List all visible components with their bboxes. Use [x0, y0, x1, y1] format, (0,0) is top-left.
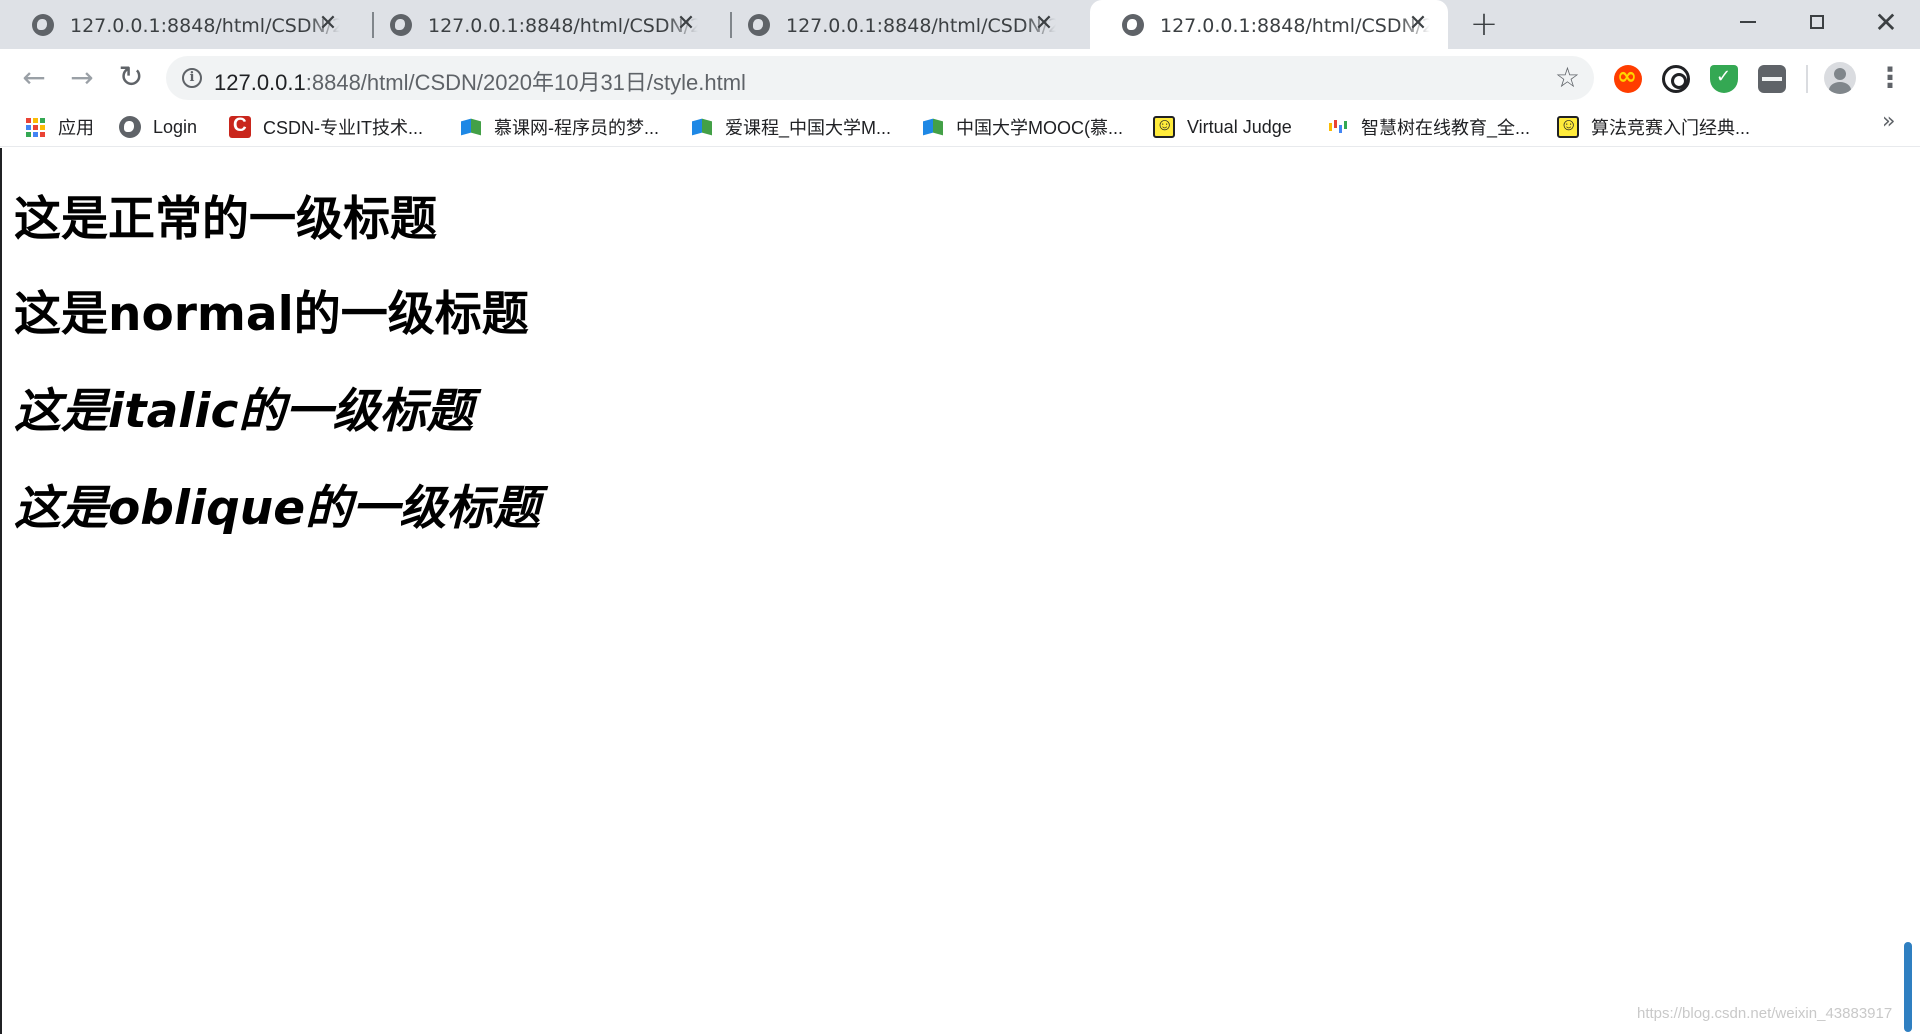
heading-italic: 这是italic的一级标题 [14, 384, 474, 439]
bookmark-label: 爱课程_中国大学M... [725, 118, 892, 138]
tab-title: 127.0.0.1:8848/html/CSDN/2020年10月31日/sty… [1160, 15, 1430, 37]
tab-title: 127.0.0.1:8848/html/CSDN/2020年10月31日/sty… [786, 15, 1056, 37]
url-text[interactable]: 127.0.0.1:8848/html/CSDN/2020年10月31日/sty… [214, 65, 746, 97]
bookmark-algorithm-book[interactable]: 算法竞赛入门经典... [1557, 107, 1750, 147]
url-host: 127.0.0.1 [214, 70, 306, 95]
bookmark-zhihuishu[interactable]: 智慧树在线教育_全... [1327, 107, 1530, 147]
bookmark-csdn[interactable]: CSDN-专业IT技术... [229, 107, 423, 147]
csdn-icon [229, 115, 251, 138]
forward-button[interactable]: → [63, 59, 101, 97]
bookmark-virtual-judge[interactable]: Virtual Judge [1153, 107, 1292, 147]
mooc-icon [922, 116, 944, 138]
browser-window: 127.0.0.1:8848/html/CSDN/2020年10月31日/sty… [0, 0, 1920, 1034]
tab-title: 127.0.0.1:8848/html/CSDN/2020年10月31日/sty… [428, 15, 698, 37]
bookmark-label: Login [153, 116, 198, 137]
restore-button[interactable] [1783, 0, 1851, 44]
tab-close-icon[interactable]: ✕ [1032, 12, 1056, 36]
bookmark-label: 算法竞赛入门经典... [1591, 118, 1751, 138]
reload-button[interactable]: ↻ [112, 59, 150, 97]
bookmark-icourse163[interactable]: 中国大学MOOC(慕... [922, 107, 1123, 147]
new-tab-button[interactable]: + [1466, 6, 1502, 42]
browser-menu-icon[interactable]: ⋮ [1876, 61, 1904, 95]
globe-icon [119, 116, 141, 138]
tab-2[interactable]: 127.0.0.1:8848/html/CSDN/2020年10月31日/sty… [358, 0, 716, 49]
heading-oblique: 这是oblique的一级标题 [14, 481, 541, 536]
apps-icon [24, 116, 46, 138]
tab-4-active[interactable]: 127.0.0.1:8848/html/CSDN/2020年10月31日/sty… [1090, 0, 1448, 49]
profile-avatar-icon[interactable] [1824, 62, 1856, 94]
tab-1[interactable]: 127.0.0.1:8848/html/CSDN/2020年10月31日/sty… [0, 0, 358, 49]
bookmark-label: 慕课网-程序员的梦... [494, 118, 659, 138]
bookmark-apps[interactable]: 应用 [24, 107, 94, 147]
scrollbar-thumb[interactable] [1904, 942, 1912, 1032]
tab-3[interactable]: 127.0.0.1:8848/html/CSDN/2020年10月31日/sty… [716, 0, 1074, 49]
tab-close-icon[interactable]: ✕ [1406, 12, 1430, 36]
bookmarks-overflow-icon[interactable]: » [1882, 109, 1895, 134]
tab-title: 127.0.0.1:8848/html/CSDN/2020年10月31日/sty… [70, 15, 340, 37]
bookmark-icourses[interactable]: 爱课程_中国大学M... [691, 107, 891, 147]
bookmark-login[interactable]: Login [119, 107, 197, 147]
bookmark-imooc[interactable]: 慕课网-程序员的梦... [460, 107, 659, 147]
tab-close-icon[interactable]: ✕ [316, 12, 340, 36]
toolbar: ← → ↻ i 127.0.0.1:8848/html/CSDN/2020年10… [0, 49, 1920, 107]
bookmark-star-icon[interactable]: ☆ [1555, 61, 1580, 94]
bookmark-label: CSDN-专业IT技术... [263, 118, 423, 138]
window-close-button[interactable]: ✕ [1852, 0, 1920, 44]
back-button[interactable]: ← [15, 59, 53, 97]
page-content: 这是正常的一级标题 这是normal的一级标题 这是italic的一级标题 这是… [0, 148, 1920, 1034]
site-info-icon[interactable]: i [182, 68, 202, 88]
url-path: :8848/html/CSDN/2020年10月31日/style.html [305, 70, 746, 95]
watermark-text: https://blog.csdn.net/weixin_43883917 [1637, 1005, 1893, 1022]
bookmarks-bar: 应用 Login CSDN-专业IT技术... 慕课网-程序员的梦... 爱课程… [0, 107, 1920, 147]
address-bar[interactable]: i 127.0.0.1:8848/html/CSDN/2020年10月31日/s… [166, 56, 1594, 100]
smile-icon [1557, 115, 1579, 138]
minimize-button[interactable] [1714, 0, 1782, 44]
mooc-icon [460, 116, 482, 138]
globe-icon [32, 13, 54, 36]
bookmark-label: 智慧树在线教育_全... [1361, 118, 1531, 138]
globe-icon [748, 13, 770, 36]
extension-link-icon[interactable] [1662, 65, 1690, 93]
bookmark-label: 中国大学MOOC(慕... [956, 118, 1123, 138]
extension-shield-icon[interactable] [1710, 65, 1738, 93]
tab-strip: 127.0.0.1:8848/html/CSDN/2020年10月31日/sty… [0, 0, 1920, 49]
heading-normal-default: 这是正常的一级标题 [14, 192, 437, 247]
globe-icon [390, 13, 412, 36]
restore-icon [1810, 15, 1824, 29]
mooc-icon [691, 116, 713, 138]
globe-icon [1122, 13, 1144, 36]
bookmark-label: 应用 [58, 118, 94, 138]
tab-close-icon[interactable]: ✕ [674, 12, 698, 36]
extension-tab-icon[interactable] [1758, 65, 1786, 93]
smile-icon [1153, 115, 1175, 138]
toolbar-divider [1806, 65, 1808, 93]
bars-icon [1327, 116, 1349, 138]
bookmark-label: Virtual Judge [1187, 116, 1292, 137]
extension-infinity-icon[interactable] [1614, 62, 1642, 93]
minimize-icon [1740, 21, 1756, 23]
heading-normal: 这是normal的一级标题 [14, 287, 529, 342]
